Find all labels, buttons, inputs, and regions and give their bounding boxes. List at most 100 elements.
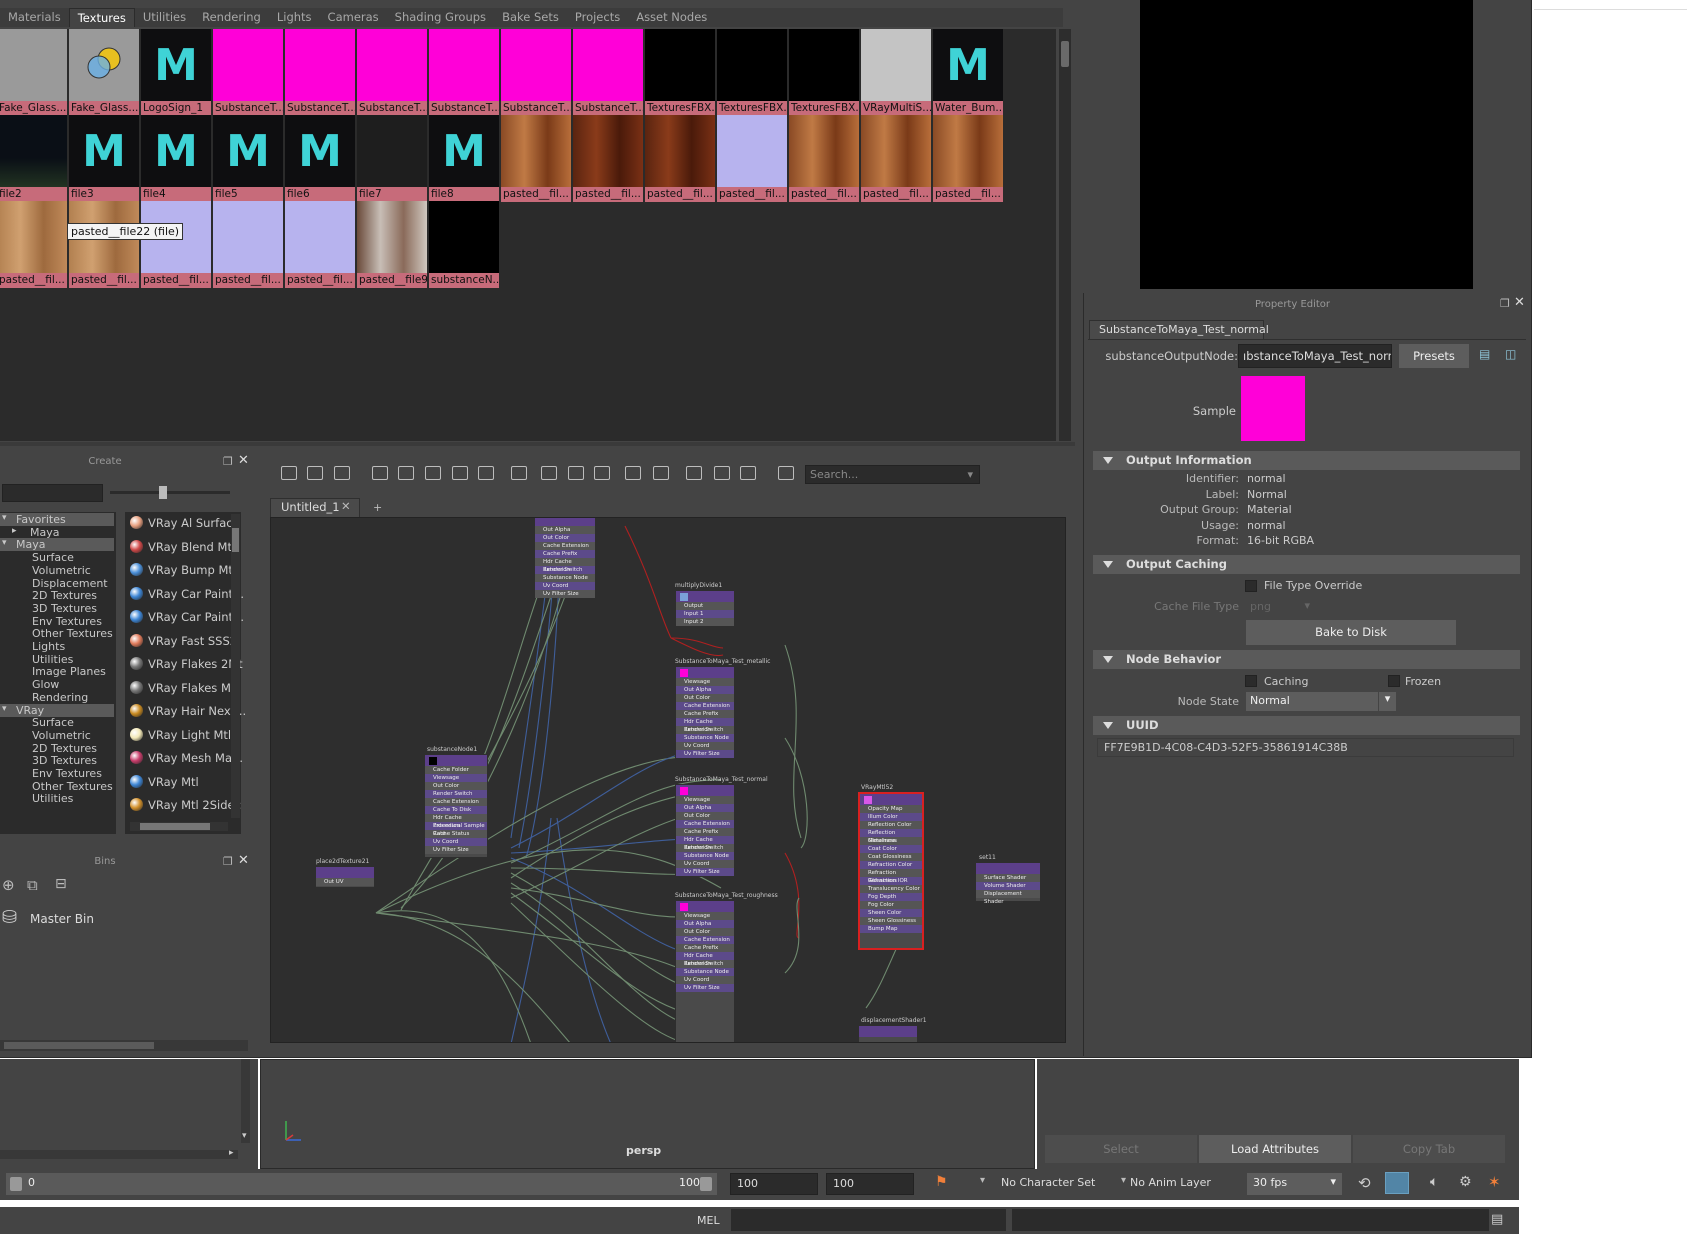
node-attribute[interactable]: Substance Node <box>676 968 734 976</box>
node-attribute[interactable]: Output <box>676 602 734 610</box>
texture-swatch[interactable]: file2 <box>0 115 67 202</box>
node-attribute[interactable]: Out Alpha <box>676 686 734 694</box>
node-attribute[interactable]: Reflection Glossiness <box>860 829 922 844</box>
node-attribute[interactable]: Hdr Cache Extension <box>676 836 734 851</box>
node-substance-node1[interactable]: Cache Folder Viewsage Out Color Render Swit… <box>424 754 488 858</box>
collapsed-arrow-icon[interactable]: ▸ <box>12 526 17 536</box>
create-tree-item[interactable]: 3D Textures <box>0 754 97 767</box>
node-attribute[interactable]: Refraction Color <box>860 861 922 869</box>
texture-swatch[interactable]: SubstanceT... <box>429 29 499 116</box>
load-attributes-button[interactable]: Load Attributes <box>1199 1135 1351 1163</box>
node-state-dropdown[interactable]: Normal <box>1246 692 1396 711</box>
new-bin-icon[interactable]: ⊕ <box>2 876 15 894</box>
frozen-checkbox[interactable] <box>1388 675 1400 687</box>
texture-swatch[interactable]: VRayMultiS... <box>861 29 931 116</box>
graph-search-input[interactable]: Search... ▾ <box>805 465 980 484</box>
swatch-scrollbar[interactable] <box>1059 29 1071 441</box>
tab-projects[interactable]: Projects <box>567 8 628 27</box>
graph-tool-icon[interactable] <box>653 466 669 480</box>
node-metallic[interactable]: Viewsage Out Alpha Out Color Cache Extensio… <box>675 666 735 759</box>
node-attribute[interactable]: Viewsage <box>676 912 734 920</box>
node-attribute[interactable]: Uv Filter Size <box>676 984 734 992</box>
node-attribute[interactable]: Fog Color <box>860 901 922 909</box>
create-tree-item[interactable]: Surface <box>0 716 74 729</box>
node-attribute[interactable]: Hdr Cache Extension <box>425 814 487 829</box>
node-substance-top[interactable]: Out Alpha Out Color Cache Extension Cache P… <box>534 518 596 598</box>
loop-icon[interactable]: ⟲ <box>1358 1174 1371 1192</box>
node-attribute[interactable]: Hdr Cache Extension <box>535 558 595 573</box>
create-node-item[interactable]: VRay Hair Next... <box>127 700 246 722</box>
node-attribute[interactable]: Uv Filter Size <box>535 590 595 598</box>
command-input[interactable] <box>731 1209 1006 1231</box>
command-language-label[interactable]: MEL <box>697 1214 720 1227</box>
pe-close-icon[interactable]: ✕ <box>1514 295 1525 310</box>
texture-swatch[interactable]: SubstanceT... <box>213 29 283 116</box>
character-set-label[interactable]: No Character Set <box>1001 1176 1095 1189</box>
node-attribute[interactable]: Procedural Sample Rate <box>425 822 487 837</box>
node-attribute[interactable]: Illum Color <box>860 813 922 821</box>
node-attribute[interactable]: Uv Filter Size <box>676 750 734 758</box>
float-icon[interactable]: ❐ <box>223 455 233 468</box>
node-attribute[interactable]: Render Switch <box>425 790 487 798</box>
search-dropdown-icon[interactable]: ▾ <box>967 468 973 481</box>
node-attribute[interactable]: Uv Filter Size <box>676 868 734 876</box>
texture-swatch[interactable]: SubstanceT... <box>573 29 643 116</box>
texture-swatch[interactable]: Mfile6 <box>285 115 355 202</box>
node-attribute[interactable]: Cache Prefix <box>535 550 595 558</box>
node-attribute[interactable]: Coat Color <box>860 845 922 853</box>
node-attribute[interactable]: Out Alpha <box>535 526 595 534</box>
create-tree-item[interactable]: Rendering <box>0 691 88 704</box>
node-attribute[interactable]: Cache Extension <box>425 798 487 806</box>
create-tree-item[interactable]: Lights <box>0 640 65 653</box>
node-attribute[interactable]: Render Switch <box>676 960 734 968</box>
node-displacement[interactable] <box>858 1025 918 1042</box>
anim-layer-arrow-icon[interactable]: ▾ <box>1121 1175 1126 1186</box>
node-attribute[interactable]: Hdr Cache Extension <box>676 952 734 967</box>
node-attribute[interactable]: Translucency Color <box>860 885 922 893</box>
bookmark-icon[interactable]: ⚑ <box>935 1174 948 1190</box>
node-attribute[interactable]: Volume Shader <box>976 882 1040 890</box>
create-node-item[interactable]: VRay Mtl 2Sidec <box>127 794 241 816</box>
node-attribute[interactable]: Viewsage <box>676 796 734 804</box>
bake-to-disk-button[interactable]: Bake to Disk <box>1246 620 1456 645</box>
node-roughness[interactable]: Viewsage Out Alpha Out Color Cache Extensio… <box>675 900 735 1042</box>
texture-swatch[interactable]: Fake_Glass... <box>0 29 67 116</box>
range-slider[interactable]: 0 100 <box>6 1173 717 1195</box>
node-attribute[interactable]: Cache Prefix <box>676 944 734 952</box>
node-list-scrollbar[interactable] <box>231 514 240 818</box>
expanded-arrow-icon[interactable]: ▾ <box>2 704 7 714</box>
expanded-arrow-icon[interactable]: ▾ <box>2 538 7 548</box>
node-attribute[interactable]: Fog Depth <box>860 893 922 901</box>
node-attribute[interactable]: Out Color <box>425 782 487 790</box>
graph-tool-icon[interactable] <box>625 466 641 480</box>
texture-swatch[interactable]: SubstanceT... <box>501 29 571 116</box>
texture-swatch[interactable]: pasted__fil... <box>285 201 355 288</box>
graph-tab-close-icon[interactable]: ✕ <box>341 499 351 513</box>
node-attribute[interactable]: Bump Map <box>860 925 922 933</box>
create-tree-item[interactable]: 2D Textures <box>0 589 97 602</box>
graph-tool-icon[interactable] <box>686 466 702 480</box>
expanded-arrow-icon[interactable]: ▾ <box>2 513 7 523</box>
node-attribute[interactable]: Refraction IOR <box>860 877 922 885</box>
graph-tool-icon[interactable] <box>398 466 414 480</box>
node-attribute[interactable]: Coat Glossiness <box>860 853 922 861</box>
tab-utilities[interactable]: Utilities <box>135 8 194 27</box>
texture-swatch[interactable]: pasted__fil... <box>501 115 571 202</box>
char-set-arrow-icon[interactable]: ▾ <box>980 1175 985 1186</box>
node-editor-canvas[interactable]: Out Alpha Out Color Cache Extension Cache P… <box>270 517 1066 1043</box>
new-graph-tab-button[interactable]: + <box>373 501 382 514</box>
create-tree-item[interactable]: ▾ Favorites <box>0 513 114 526</box>
create-node-item[interactable]: VRay Light Mtl <box>127 724 231 746</box>
tab-untitled-1[interactable]: Untitled_1 ✕ <box>270 498 360 517</box>
texture-swatch[interactable]: pasted__fil... <box>933 115 1003 202</box>
node-list-hscrollbar[interactable] <box>130 822 228 831</box>
create-tree-item[interactable]: 2D Textures <box>0 742 97 755</box>
create-node-item[interactable]: VRay Car Paint... <box>127 606 244 628</box>
create-tree-item[interactable]: ▾ VRay <box>0 703 114 717</box>
node-attribute[interactable]: Render Switch <box>676 844 734 852</box>
node-attribute[interactable]: Substance Node <box>676 734 734 742</box>
create-tree-item[interactable]: Glow <box>0 678 59 691</box>
create-tree-item[interactable]: Volumetric <box>0 564 91 577</box>
node-attribute[interactable]: Out Alpha <box>676 920 734 928</box>
texture-swatch[interactable]: TexturesFBX... <box>645 29 715 116</box>
